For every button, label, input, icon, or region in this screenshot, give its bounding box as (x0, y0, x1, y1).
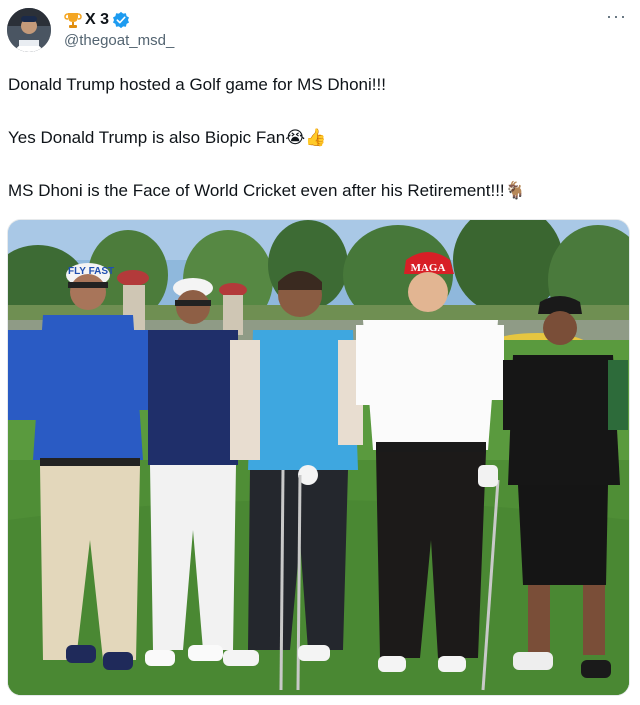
post-text-line-2: Yes Donald Trump is also Biopic Fan😭👍 (8, 127, 326, 149)
goat-emoji-icon: 🐐 (504, 181, 526, 201)
author-name: X 3 (85, 11, 110, 28)
verified-badge-icon (112, 11, 130, 29)
author-avatar[interactable] (7, 8, 51, 52)
person-avatar-icon (7, 8, 51, 52)
cap-text-1: FLY FAST (68, 266, 114, 277)
photo-golf-group-icon: MAGA FLY FAST (8, 220, 629, 695)
post-header: X 3 @thegoat_msd_ ··· (0, 0, 640, 62)
post-text: Donald Trump hosted a Golf game for MS D… (8, 75, 386, 94)
trophy-icon (64, 13, 82, 28)
post-photo[interactable]: MAGA FLY FAST (7, 219, 630, 696)
author-name-line[interactable]: X 3 (64, 9, 130, 31)
post-text: MS Dhoni is the Face of World Cricket ev… (8, 181, 505, 200)
ellipsis-icon[interactable]: ··· (606, 6, 627, 27)
author-handle[interactable]: @thegoat_msd_ (64, 32, 174, 49)
post-text-line-1: Donald Trump hosted a Golf game for MS D… (8, 74, 386, 96)
post-text-line-3: MS Dhoni is the Face of World Cricket ev… (8, 180, 526, 202)
crying-thumbsup-emoji-icon: 😭👍 (285, 128, 327, 148)
post-text: Yes Donald Trump is also Biopic Fan (8, 128, 286, 147)
